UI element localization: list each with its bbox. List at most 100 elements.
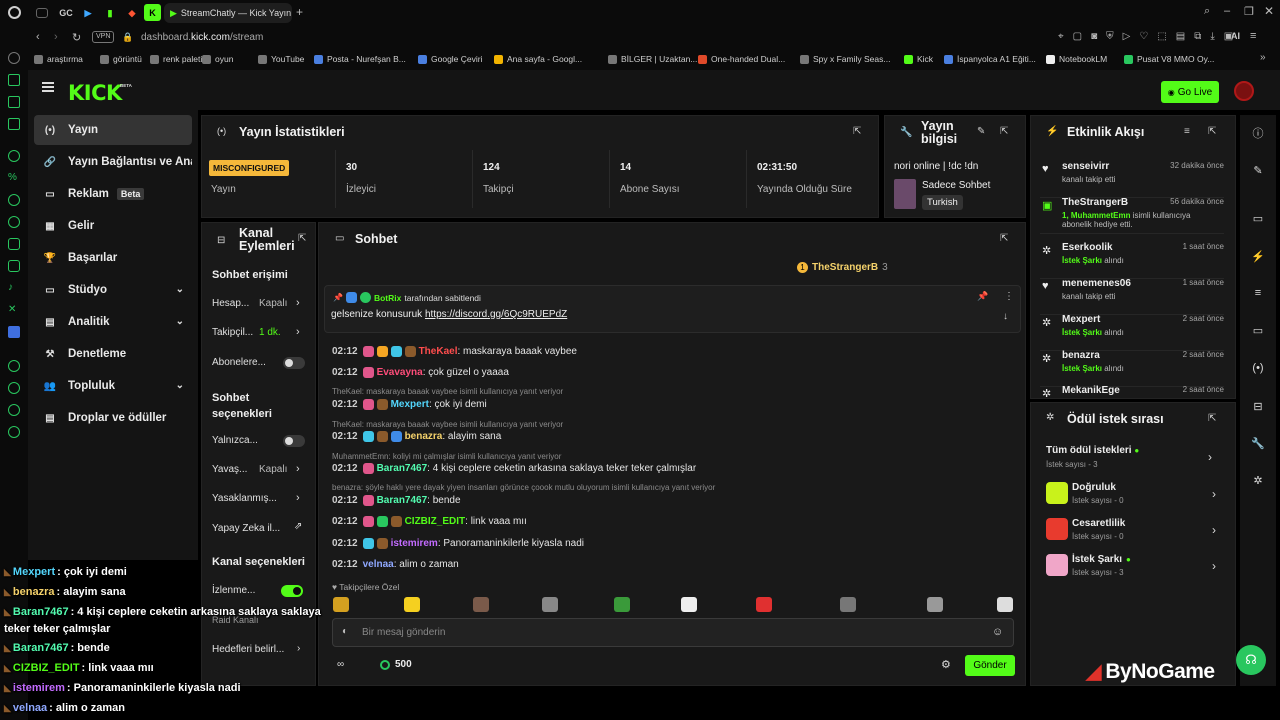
emote-icon[interactable] [997, 597, 1013, 612]
emote-icon[interactable] [840, 597, 856, 612]
ai-button[interactable]: AI [1231, 31, 1240, 41]
chat-icon[interactable]: ▭ [1248, 320, 1268, 340]
only-toggle[interactable] [283, 435, 305, 447]
actions-icon[interactable]: ⊟ [1248, 396, 1268, 416]
go-live-button[interactable]: ◉ Go Live [1161, 81, 1219, 103]
chat-message[interactable]: 02:12 Baran7467: 4 kişi ceplere ceketin a… [332, 463, 696, 474]
chat-settings-icon[interactable]: ⚙ [941, 658, 951, 671]
popout-icon[interactable]: ⇱ [298, 233, 306, 244]
bookmark-item[interactable]: Spy x Family Seas... [800, 54, 890, 64]
sidebar-app-icon[interactable] [8, 150, 20, 162]
sidebar-item-0[interactable]: (•) Yayın [34, 115, 192, 145]
sidebar-item-6[interactable]: ▤ Analitik ⌄ [34, 307, 192, 337]
watch-toggle[interactable] [281, 585, 303, 597]
pin-icon[interactable]: ⌖ [1058, 31, 1064, 42]
activity-event[interactable]: ♥ senseivirr 32 dakika önce kanalı takip et… [1040, 161, 1224, 198]
support-chat-button[interactable]: ☊ [1236, 645, 1266, 675]
chat-message[interactable]: 02:12 CIZBIZ_EDIT: link vaaa mıı [332, 516, 527, 527]
emote-icon[interactable] [542, 597, 558, 612]
bookmark-item[interactable]: One-handed Dual... [698, 54, 785, 64]
all-rewards-label[interactable]: Tüm ödül istekleri ● [1046, 445, 1139, 456]
whatsapp-icon[interactable] [8, 216, 20, 228]
message-username[interactable]: TheKael [419, 346, 458, 357]
reload-icon[interactable]: ↻ [72, 31, 81, 44]
more-bookmarks-icon[interactable]: » [1260, 52, 1266, 63]
chat-message[interactable]: 02:12 istemirem: Panoramaninkilerle kiyas… [332, 538, 584, 549]
tab-icon-bars[interactable]: ▮ [102, 5, 118, 21]
bookmark-item[interactable]: Kick [904, 54, 933, 64]
message-username[interactable]: Baran7467 [377, 463, 428, 474]
tab-icon-mail[interactable] [36, 8, 48, 18]
sidebar-item-3[interactable]: ▦ Gelir [34, 211, 192, 241]
reward-icon[interactable]: ✲ [1248, 470, 1268, 490]
popout-icon[interactable]: ⇱ [1000, 126, 1008, 137]
filter-icon[interactable]: ≡ [1184, 126, 1190, 137]
event-user[interactable]: Eserkoolik [1062, 242, 1113, 253]
emote-icon[interactable] [927, 597, 943, 612]
activity-event[interactable]: ▣ TheStrangerB 56 dakika önce 1, MuhammetEm… [1040, 197, 1224, 234]
doc-icon[interactable]: ▤ [1176, 31, 1185, 42]
activity-event[interactable]: ✲ MekanikEge 2 saat önce [1040, 385, 1224, 397]
message-username[interactable]: istemirem [391, 538, 438, 549]
reward-item[interactable]: Cesaretlilik İstek sayısı - 0 › [1044, 515, 1220, 545]
menu-icon[interactable]: ≡ [1250, 30, 1256, 42]
emote-icon[interactable] [473, 597, 489, 612]
popout-icon[interactable]: ⇱ [1208, 413, 1216, 424]
chat-message[interactable]: 02:12 benazra: alayim sana [332, 431, 501, 442]
sidebar-item-9[interactable]: ▤ Droplar ve ödüller [34, 403, 192, 433]
download-icon[interactable]: ⤓ [1210, 31, 1214, 42]
message-username[interactable]: Baran7467 [377, 495, 428, 506]
x-icon[interactable]: ✕ [8, 304, 20, 316]
heart-icon[interactable]: ♡ [1139, 31, 1148, 42]
history-icon[interactable] [8, 382, 20, 394]
event-user[interactable]: MekanikEge [1062, 385, 1120, 396]
messenger-icon[interactable] [8, 194, 20, 206]
play-icon[interactable]: ▷ [1123, 31, 1131, 42]
ai-moderation-label[interactable]: Yapay Zeka il... [212, 523, 280, 534]
reply-context[interactable]: TheKael: maskaraya baaak vaybee isimli k… [332, 420, 563, 429]
back-icon[interactable]: ‹ [36, 31, 40, 43]
bookmark-item[interactable]: renk paleti [150, 54, 202, 64]
sidebar-item-1[interactable]: 🔗 Yayın Bağlantısı ve Anahtar [34, 147, 192, 177]
targets-label[interactable]: Hedefleri belirl... [212, 644, 284, 655]
kick-logo[interactable]: KICK [68, 81, 122, 105]
popout-icon[interactable]: ⇱ [853, 126, 861, 137]
puzzle-icon[interactable]: ⧉ [1194, 31, 1201, 42]
event-user[interactable]: senseivirr [1062, 161, 1109, 172]
sidebar-app-icon[interactable] [8, 118, 20, 130]
avatar[interactable] [1234, 81, 1254, 101]
send-button[interactable]: Gönder [965, 655, 1015, 676]
unpin-icon[interactable]: 📌 [977, 291, 988, 302]
bookmark-item[interactable]: araştırma [34, 54, 83, 64]
bookmark-item[interactable]: Ana sayfa - Googl... [494, 54, 582, 64]
bookmark-item[interactable]: NotebookLM [1046, 54, 1107, 64]
reply-context[interactable]: TheKael: maskaraya baaak vaybee isimli k… [332, 387, 563, 396]
search-tabs-icon[interactable]: ⌕ [1204, 5, 1210, 18]
setting-row[interactable]: Yasaklanmış... › [212, 492, 308, 507]
external-link-icon[interactable]: ⇗ [294, 521, 302, 532]
list-icon[interactable]: ≡ [1248, 283, 1268, 303]
more-options-icon[interactable]: ⋮ [1004, 291, 1014, 302]
extensions-icon[interactable] [8, 404, 20, 416]
rewards-icon[interactable]: ∞ [337, 659, 344, 670]
bookmark-item[interactable]: oyun [202, 54, 233, 64]
instagram-icon[interactable] [8, 260, 20, 272]
chevron-right-icon[interactable]: › [1208, 450, 1212, 464]
activity-event[interactable]: ✲ Eserkoolik 1 saat önce İstek Şarkı alındı [1040, 242, 1224, 279]
collapse-icon[interactable]: ↓ [1003, 311, 1008, 322]
reward-item[interactable]: Doğruluk İstek sayısı - 0 › [1044, 479, 1220, 509]
bookmark-item[interactable]: Pusat V8 MMO Oy... [1124, 54, 1214, 64]
tab-icon-gc[interactable]: GC [58, 5, 74, 21]
sidebar-app-icon[interactable] [8, 96, 20, 108]
message-username[interactable]: velnaa [363, 559, 394, 570]
bookmark-item[interactable]: BİLGER | Uzaktan... [608, 54, 697, 64]
lightning-icon[interactable]: ⚡ [1248, 246, 1268, 266]
channel-points[interactable]: 500 [380, 659, 412, 670]
emote-icon[interactable] [404, 597, 420, 612]
settings-icon[interactable] [8, 426, 20, 438]
event-user[interactable]: Mexpert [1062, 314, 1100, 325]
message-username[interactable]: Mexpert [391, 399, 429, 410]
opera-logo-icon[interactable] [8, 6, 21, 19]
camera-icon[interactable]: ◙ [1091, 31, 1097, 42]
player-icon[interactable] [8, 360, 20, 372]
